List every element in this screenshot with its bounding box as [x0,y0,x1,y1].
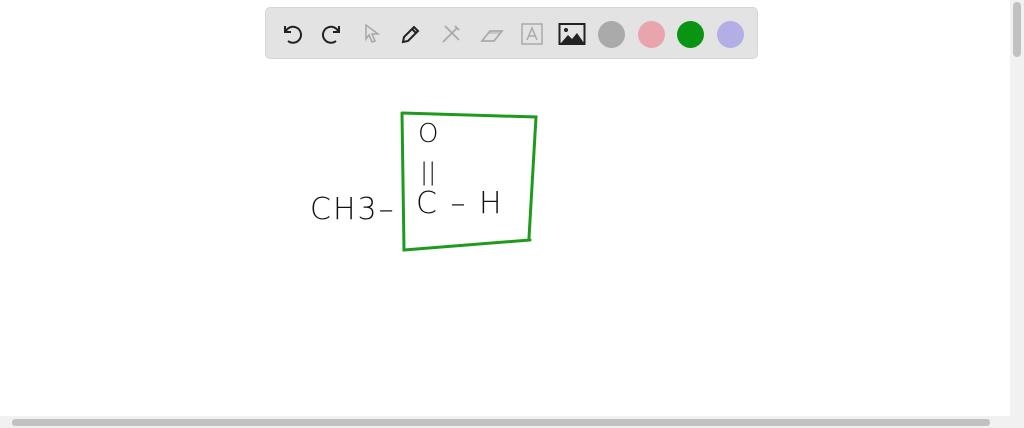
vertical-scrollbar[interactable] [1010,0,1024,416]
horizontal-scrollbar[interactable] [0,416,1024,428]
vertical-scroll-thumb[interactable] [1013,2,1021,57]
image-icon[interactable] [558,20,586,48]
text-icon[interactable] [518,20,546,48]
redo-icon[interactable] [318,20,346,48]
drawing-canvas[interactable]: O || CH3– C – H [0,62,1010,416]
pen-icon[interactable] [397,20,425,48]
undo-icon[interactable] [278,20,306,48]
horizontal-scroll-thumb[interactable] [12,419,990,426]
drawing-toolbar [265,7,758,59]
double-bond: || [420,158,437,186]
methyl-group: CH3– [310,192,396,227]
oxygen-label: O [418,119,443,149]
color-gray[interactable] [598,21,625,48]
green-box [400,111,538,252]
color-pink[interactable] [638,21,665,48]
tools-icon[interactable] [437,20,465,48]
color-green[interactable] [677,21,704,48]
color-lavender[interactable] [717,21,744,48]
carbon-hydrogen: C – H [416,186,504,221]
eraser-icon[interactable] [478,20,506,48]
select-icon[interactable] [358,20,386,48]
